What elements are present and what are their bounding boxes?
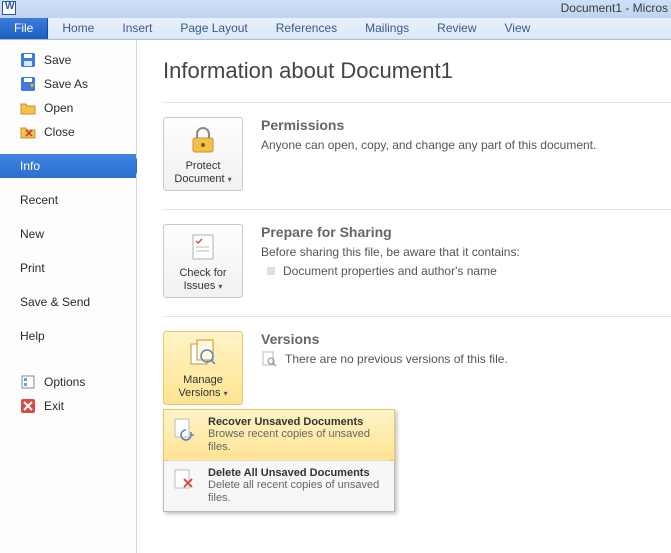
bullet-icon bbox=[267, 267, 275, 275]
tab-file[interactable]: File bbox=[0, 18, 48, 39]
menu-item-delete[interactable]: Delete All Unsaved Documents Delete all … bbox=[164, 461, 394, 511]
manage-versions-button[interactable]: Manage Versions ▾ bbox=[163, 331, 243, 405]
sidebar-item-save[interactable]: Save bbox=[0, 48, 136, 72]
protect-document-button[interactable]: Protect Document ▾ bbox=[163, 117, 243, 191]
bullet-item: Document properties and author's name bbox=[267, 264, 520, 278]
chevron-down-icon: ▾ bbox=[218, 282, 222, 291]
tab-home[interactable]: Home bbox=[48, 18, 108, 39]
delete-icon bbox=[172, 467, 198, 493]
section-title: Permissions bbox=[261, 117, 596, 133]
exit-icon bbox=[20, 398, 36, 414]
tab-references[interactable]: References bbox=[262, 18, 351, 39]
manage-versions-menu: Recover Unsaved Documents Browse recent … bbox=[163, 409, 395, 512]
bigbtn-label: Manage Versions bbox=[178, 374, 223, 399]
section-title: Prepare for Sharing bbox=[261, 224, 520, 240]
divider bbox=[163, 316, 671, 317]
section-permissions: Protect Document ▾ Permissions Anyone ca… bbox=[163, 117, 671, 191]
bigbtn-label: Protect Document bbox=[174, 160, 224, 185]
versions-icon bbox=[187, 338, 219, 370]
checklist-icon bbox=[187, 231, 219, 263]
chevron-down-icon: ▾ bbox=[228, 175, 232, 184]
sidebar-item-save-as[interactable]: Save As bbox=[0, 72, 136, 96]
lock-icon bbox=[187, 124, 219, 156]
sidebar-item-save-send[interactable]: Save & Send bbox=[0, 290, 136, 314]
section-versions: Manage Versions ▾ Versions There are no … bbox=[163, 331, 671, 405]
menu-title: Recover Unsaved Documents bbox=[208, 416, 386, 428]
sidebar-label: Exit bbox=[44, 399, 64, 413]
check-issues-button[interactable]: Check for Issues ▾ bbox=[163, 224, 243, 298]
sidebar-label: Open bbox=[44, 101, 73, 115]
backstage-sidebar: Save Save As Open Close Info Recent New … bbox=[0, 40, 137, 553]
section-title: Versions bbox=[261, 331, 508, 347]
sidebar-label: Recent bbox=[20, 193, 58, 207]
sidebar-label: Print bbox=[20, 261, 45, 275]
sidebar-label: Save bbox=[44, 53, 71, 67]
tab-review[interactable]: Review bbox=[423, 18, 490, 39]
sidebar-item-close[interactable]: Close bbox=[0, 120, 136, 144]
page-title: Information about Document1 bbox=[163, 58, 671, 84]
sidebar-item-options[interactable]: Options bbox=[0, 370, 136, 394]
tab-mailings[interactable]: Mailings bbox=[351, 18, 423, 39]
sidebar-item-new[interactable]: New bbox=[0, 222, 136, 246]
menu-title: Delete All Unsaved Documents bbox=[208, 467, 386, 479]
tab-view[interactable]: View bbox=[491, 18, 545, 39]
sidebar-label: Save & Send bbox=[20, 295, 90, 309]
doc-search-icon bbox=[261, 351, 277, 367]
sidebar-label: Info bbox=[20, 159, 40, 173]
sidebar-label: Save As bbox=[44, 77, 88, 91]
sidebar-label: New bbox=[20, 227, 44, 241]
title-bar: Document1 - Micros bbox=[0, 0, 671, 18]
title-text: Document1 - Micros bbox=[561, 1, 668, 15]
sidebar-label: Close bbox=[44, 125, 75, 139]
sidebar-item-help[interactable]: Help bbox=[0, 324, 136, 348]
menu-desc: Delete all recent copies of unsaved file… bbox=[208, 479, 386, 505]
app-icon bbox=[2, 1, 16, 15]
save-as-icon bbox=[20, 76, 36, 92]
save-icon bbox=[20, 52, 36, 68]
divider bbox=[163, 209, 671, 210]
tab-insert[interactable]: Insert bbox=[108, 18, 166, 39]
recover-icon bbox=[172, 416, 198, 442]
close-icon bbox=[20, 124, 36, 140]
section-prepare: Check for Issues ▾ Prepare for Sharing B… bbox=[163, 224, 671, 298]
bullet-text: Document properties and author's name bbox=[283, 264, 497, 278]
section-text: Before sharing this file, be aware that … bbox=[261, 244, 520, 260]
ribbon-tabs: File Home Insert Page Layout References … bbox=[0, 18, 671, 40]
section-text: Anyone can open, copy, and change any pa… bbox=[261, 137, 596, 153]
chevron-down-icon: ▾ bbox=[224, 389, 228, 398]
sidebar-item-open[interactable]: Open bbox=[0, 96, 136, 120]
sidebar-item-print[interactable]: Print bbox=[0, 256, 136, 280]
menu-desc: Browse recent copies of unsaved files. bbox=[208, 428, 386, 454]
sidebar-item-info[interactable]: Info bbox=[0, 154, 136, 178]
tab-page-layout[interactable]: Page Layout bbox=[166, 18, 261, 39]
sidebar-item-recent[interactable]: Recent bbox=[0, 188, 136, 212]
open-icon bbox=[20, 100, 36, 116]
options-icon bbox=[20, 374, 36, 390]
sidebar-item-exit[interactable]: Exit bbox=[0, 394, 136, 418]
backstage-main: Information about Document1 Protect Docu… bbox=[137, 40, 671, 553]
divider bbox=[163, 102, 671, 103]
section-text: There are no previous versions of this f… bbox=[285, 352, 508, 366]
sidebar-label: Options bbox=[44, 375, 85, 389]
menu-item-recover[interactable]: Recover Unsaved Documents Browse recent … bbox=[163, 409, 395, 461]
sidebar-label: Help bbox=[20, 329, 45, 343]
